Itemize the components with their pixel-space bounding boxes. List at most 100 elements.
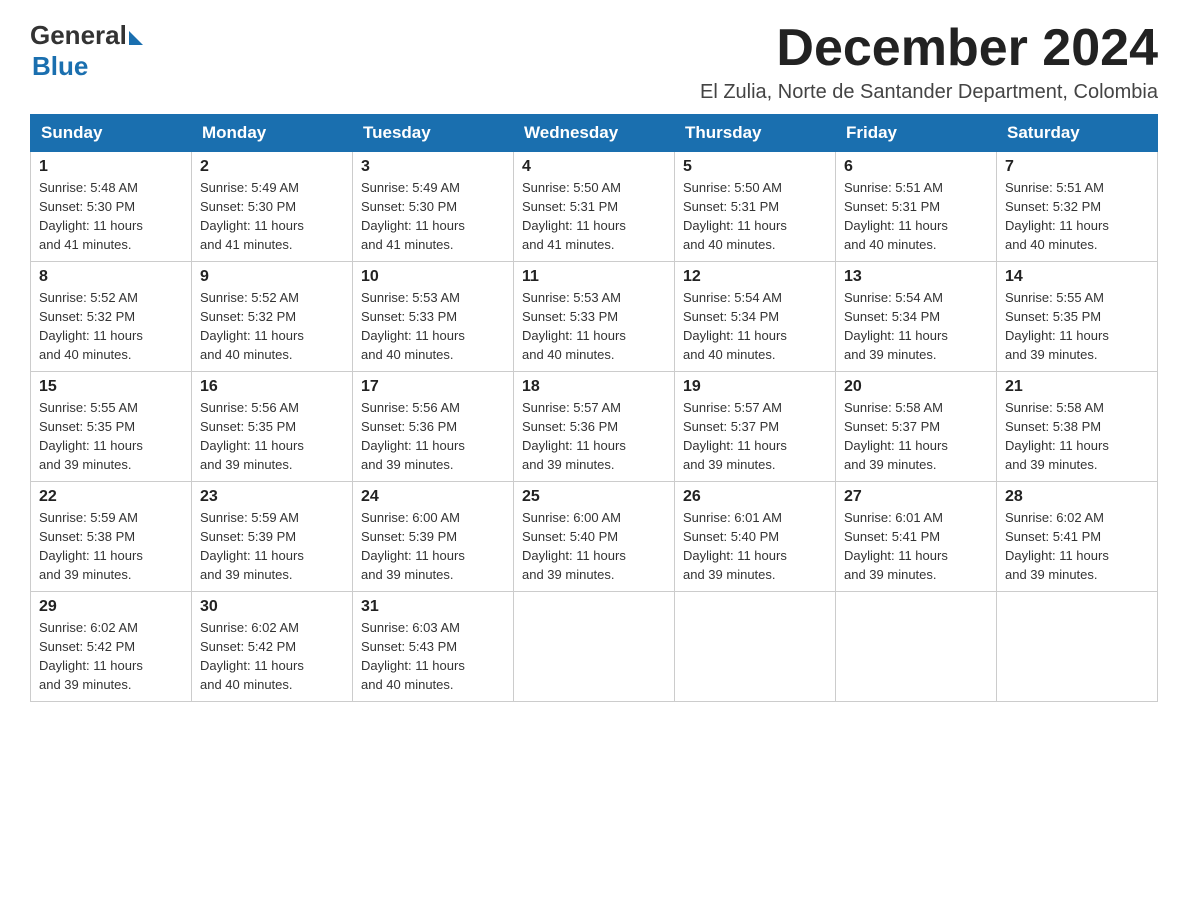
day-number: 28 xyxy=(1005,488,1149,506)
day-number: 22 xyxy=(39,488,183,506)
day-number: 19 xyxy=(683,378,827,396)
calendar-cell: 24 Sunrise: 6:00 AMSunset: 5:39 PMDayligh… xyxy=(353,482,514,592)
day-number: 1 xyxy=(39,158,183,176)
calendar-cell: 19 Sunrise: 5:57 AMSunset: 5:37 PMDayligh… xyxy=(675,372,836,482)
title-section: December 2024 El Zulia, Norte de Santand… xyxy=(700,20,1158,104)
calendar-week-3: 15Sunrise: 5:55 AMSunset: 5:35 PMDayligh… xyxy=(31,372,1158,482)
calendar-header-row: SundayMondayTuesdayWednesdayThursdayFrid… xyxy=(31,115,1158,152)
day-number: 12 xyxy=(683,268,827,286)
page-header: General Blue December 2024 El Zulia, Nor… xyxy=(30,20,1158,104)
day-info: Sunrise: 5:49 AMSunset: 5:30 PMDaylight:… xyxy=(200,179,344,254)
day-number: 15 xyxy=(39,378,183,396)
day-number: 4 xyxy=(522,158,666,176)
day-number: 6 xyxy=(844,158,988,176)
calendar-cell: 2 Sunrise: 5:49 AMSunset: 5:30 PMDaylight… xyxy=(192,152,353,262)
day-number: 8 xyxy=(39,268,183,286)
day-number: 21 xyxy=(1005,378,1149,396)
day-number: 9 xyxy=(200,268,344,286)
calendar-cell: 14 Sunrise: 5:55 AMSunset: 5:35 PMDayligh… xyxy=(997,262,1158,372)
month-title: December 2024 xyxy=(700,20,1158,77)
day-info: Sunrise: 6:02 AMSunset: 5:41 PMDaylight:… xyxy=(1005,509,1149,584)
day-info: Sunrise: 5:59 AMSunset: 5:39 PMDaylight:… xyxy=(200,509,344,584)
calendar-cell: 31 Sunrise: 6:03 AMSunset: 5:43 PMDayligh… xyxy=(353,592,514,702)
calendar-week-4: 22 Sunrise: 5:59 AMSunset: 5:38 PMDayligh… xyxy=(31,482,1158,592)
calendar-cell: 22 Sunrise: 5:59 AMSunset: 5:38 PMDayligh… xyxy=(31,482,192,592)
logo: General Blue xyxy=(30,20,143,82)
day-info: Sunrise: 5:57 AMSunset: 5:36 PMDaylight:… xyxy=(522,399,666,474)
calendar-cell: 7Sunrise: 5:51 AMSunset: 5:32 PMDaylight… xyxy=(997,152,1158,262)
calendar-week-5: 29Sunrise: 6:02 AMSunset: 5:42 PMDayligh… xyxy=(31,592,1158,702)
weekday-header-friday: Friday xyxy=(836,115,997,152)
day-info: Sunrise: 6:01 AMSunset: 5:40 PMDaylight:… xyxy=(683,509,827,584)
day-number: 24 xyxy=(361,488,505,506)
day-info: Sunrise: 5:54 AMSunset: 5:34 PMDaylight:… xyxy=(844,289,988,364)
calendar-table: SundayMondayTuesdayWednesdayThursdayFrid… xyxy=(30,114,1158,702)
calendar-cell: 30 Sunrise: 6:02 AMSunset: 5:42 PMDayligh… xyxy=(192,592,353,702)
weekday-header-wednesday: Wednesday xyxy=(514,115,675,152)
day-info: Sunrise: 6:03 AMSunset: 5:43 PMDaylight:… xyxy=(361,619,505,694)
calendar-cell: 12Sunrise: 5:54 AMSunset: 5:34 PMDayligh… xyxy=(675,262,836,372)
day-number: 31 xyxy=(361,598,505,616)
day-number: 20 xyxy=(844,378,988,396)
day-info: Sunrise: 5:51 AMSunset: 5:31 PMDaylight:… xyxy=(844,179,988,254)
day-info: Sunrise: 6:02 AMSunset: 5:42 PMDaylight:… xyxy=(39,619,183,694)
calendar-cell: 17 Sunrise: 5:56 AMSunset: 5:36 PMDayligh… xyxy=(353,372,514,482)
calendar-cell: 15Sunrise: 5:55 AMSunset: 5:35 PMDayligh… xyxy=(31,372,192,482)
day-info: Sunrise: 5:58 AMSunset: 5:37 PMDaylight:… xyxy=(844,399,988,474)
calendar-cell: 23 Sunrise: 5:59 AMSunset: 5:39 PMDayligh… xyxy=(192,482,353,592)
day-number: 13 xyxy=(844,268,988,286)
day-number: 27 xyxy=(844,488,988,506)
day-info: Sunrise: 5:48 AMSunset: 5:30 PMDaylight:… xyxy=(39,179,183,254)
calendar-cell: 5Sunrise: 5:50 AMSunset: 5:31 PMDaylight… xyxy=(675,152,836,262)
calendar-cell: 21 Sunrise: 5:58 AMSunset: 5:38 PMDayligh… xyxy=(997,372,1158,482)
calendar-cell: 27 Sunrise: 6:01 AMSunset: 5:41 PMDayligh… xyxy=(836,482,997,592)
weekday-header-saturday: Saturday xyxy=(997,115,1158,152)
day-number: 5 xyxy=(683,158,827,176)
calendar-cell: 3Sunrise: 5:49 AMSunset: 5:30 PMDaylight… xyxy=(353,152,514,262)
calendar-cell xyxy=(836,592,997,702)
calendar-cell: 11 Sunrise: 5:53 AMSunset: 5:33 PMDayligh… xyxy=(514,262,675,372)
calendar-cell: 26 Sunrise: 6:01 AMSunset: 5:40 PMDayligh… xyxy=(675,482,836,592)
calendar-cell: 4 Sunrise: 5:50 AMSunset: 5:31 PMDaylight… xyxy=(514,152,675,262)
weekday-header-tuesday: Tuesday xyxy=(353,115,514,152)
day-number: 14 xyxy=(1005,268,1149,286)
calendar-cell xyxy=(997,592,1158,702)
weekday-header-monday: Monday xyxy=(192,115,353,152)
day-info: Sunrise: 5:51 AMSunset: 5:32 PMDaylight:… xyxy=(1005,179,1149,254)
day-info: Sunrise: 5:49 AMSunset: 5:30 PMDaylight:… xyxy=(361,179,505,254)
day-info: Sunrise: 5:52 AMSunset: 5:32 PMDaylight:… xyxy=(200,289,344,364)
day-number: 2 xyxy=(200,158,344,176)
calendar-cell: 1 Sunrise: 5:48 AMSunset: 5:30 PMDaylight… xyxy=(31,152,192,262)
day-number: 30 xyxy=(200,598,344,616)
calendar-cell: 8 Sunrise: 5:52 AMSunset: 5:32 PMDaylight… xyxy=(31,262,192,372)
day-number: 16 xyxy=(200,378,344,396)
day-number: 26 xyxy=(683,488,827,506)
day-number: 23 xyxy=(200,488,344,506)
day-number: 11 xyxy=(522,268,666,286)
day-info: Sunrise: 5:50 AMSunset: 5:31 PMDaylight:… xyxy=(522,179,666,254)
location-title: El Zulia, Norte de Santander Department,… xyxy=(700,81,1158,104)
logo-blue-text: Blue xyxy=(32,51,143,82)
day-info: Sunrise: 5:59 AMSunset: 5:38 PMDaylight:… xyxy=(39,509,183,584)
day-info: Sunrise: 5:56 AMSunset: 5:35 PMDaylight:… xyxy=(200,399,344,474)
calendar-cell: 20 Sunrise: 5:58 AMSunset: 5:37 PMDayligh… xyxy=(836,372,997,482)
day-number: 17 xyxy=(361,378,505,396)
calendar-week-1: 1 Sunrise: 5:48 AMSunset: 5:30 PMDaylight… xyxy=(31,152,1158,262)
day-info: Sunrise: 5:57 AMSunset: 5:37 PMDaylight:… xyxy=(683,399,827,474)
day-info: Sunrise: 5:53 AMSunset: 5:33 PMDaylight:… xyxy=(522,289,666,364)
day-info: Sunrise: 5:55 AMSunset: 5:35 PMDaylight:… xyxy=(1005,289,1149,364)
day-info: Sunrise: 6:02 AMSunset: 5:42 PMDaylight:… xyxy=(200,619,344,694)
day-info: Sunrise: 6:00 AMSunset: 5:39 PMDaylight:… xyxy=(361,509,505,584)
calendar-cell: 13 Sunrise: 5:54 AMSunset: 5:34 PMDayligh… xyxy=(836,262,997,372)
day-info: Sunrise: 5:56 AMSunset: 5:36 PMDaylight:… xyxy=(361,399,505,474)
calendar-cell: 25Sunrise: 6:00 AMSunset: 5:40 PMDayligh… xyxy=(514,482,675,592)
logo-triangle-icon xyxy=(129,31,143,45)
day-info: Sunrise: 5:52 AMSunset: 5:32 PMDaylight:… xyxy=(39,289,183,364)
day-number: 18 xyxy=(522,378,666,396)
day-info: Sunrise: 6:00 AMSunset: 5:40 PMDaylight:… xyxy=(522,509,666,584)
day-info: Sunrise: 5:58 AMSunset: 5:38 PMDaylight:… xyxy=(1005,399,1149,474)
logo-general-text: General xyxy=(30,20,127,51)
day-info: Sunrise: 6:01 AMSunset: 5:41 PMDaylight:… xyxy=(844,509,988,584)
calendar-cell: 6 Sunrise: 5:51 AMSunset: 5:31 PMDaylight… xyxy=(836,152,997,262)
calendar-week-2: 8 Sunrise: 5:52 AMSunset: 5:32 PMDaylight… xyxy=(31,262,1158,372)
